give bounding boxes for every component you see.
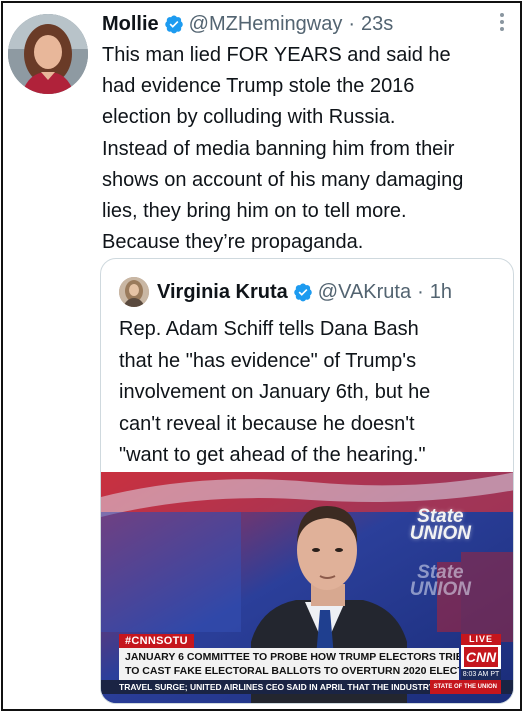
tweet-text-line: had evidence Trump stole the 2016: [102, 75, 415, 98]
tweet-text-line: lies, they bring him on to tell more.: [102, 200, 407, 223]
show-logo-backdrop-line2: UNION: [409, 579, 471, 600]
show-logo-backdrop: State UNION: [409, 563, 471, 600]
tweet-text: This man lied FOR YEARS and said he had …: [102, 40, 510, 258]
quoted-author-avatar[interactable]: [119, 277, 149, 307]
chyron: JANUARY 6 COMMITTEE TO PROBE HOW TRUMP E…: [119, 648, 459, 680]
author-name[interactable]: Mollie: [102, 13, 159, 36]
verified-badge-icon: [293, 282, 313, 302]
quoted-tweet-header: Virginia Kruta @VAKruta · 1h: [119, 277, 452, 307]
show-logo-line2: UNION: [409, 523, 471, 544]
quoted-tweet-text: Rep. Adam Schiff tells Dana Bash that he…: [119, 314, 499, 472]
author-handle[interactable]: @MZHemingway: [189, 13, 343, 36]
verified-badge-icon: [164, 14, 184, 34]
separator-dot: ·: [348, 12, 356, 35]
quoted-tweet-card[interactable]: Virginia Kruta @VAKruta · 1h Rep. Adam S…: [100, 258, 514, 704]
video-still[interactable]: State UNION State UNION #CNNSOTU JANUARY…: [101, 472, 513, 703]
ticker-show-tag: STATE OF THE UNION: [429, 680, 501, 694]
chyron-line: TO CAST FAKE ELECTORAL BALLOTS TO OVERTU…: [125, 665, 459, 677]
live-badge: LIVE: [461, 634, 501, 645]
tweet-header: Mollie @MZHemingway · 23s: [102, 8, 504, 40]
hashtag-tag: #CNNSOTU: [119, 634, 194, 648]
tweet-text-line: Because they’re propaganda.: [102, 231, 364, 254]
quoted-tweet-timestamp[interactable]: 1h: [430, 281, 452, 304]
tweet-text-line: This man lied FOR YEARS and said he: [102, 44, 451, 66]
broadcast-clock: 8:03 AM PT: [461, 669, 501, 680]
quoted-author-handle[interactable]: @VAKruta: [318, 281, 411, 304]
quoted-text-line: "want to get ahead of the hearing.": [119, 444, 426, 466]
quoted-text-line: Rep. Adam Schiff tells Dana Bash: [119, 318, 419, 340]
show-logo: State UNION: [409, 507, 471, 544]
quoted-author-name[interactable]: Virginia Kruta: [157, 281, 288, 304]
quoted-text-line: can't reveal it because he doesn't: [119, 412, 415, 435]
cnn-logo: CNN: [464, 647, 498, 667]
author-avatar[interactable]: [8, 14, 88, 94]
separator-dot: ·: [417, 280, 424, 303]
more-options-icon[interactable]: [490, 10, 514, 34]
tweet-text-line: Instead of media banning him from their: [102, 137, 455, 160]
chyron-line: JANUARY 6 COMMITTEE TO PROBE HOW TRUMP E…: [125, 651, 459, 663]
quoted-text-line: involvement on January 6th, but he: [119, 381, 431, 403]
tweet-text-line: shows on account of his many damaging: [102, 168, 464, 191]
quoted-text-line: that he "has evidence" of Trump's: [119, 349, 417, 372]
tweet-text-line: election by colluding with Russia.: [102, 106, 396, 129]
tweet-timestamp[interactable]: 23s: [361, 13, 393, 36]
